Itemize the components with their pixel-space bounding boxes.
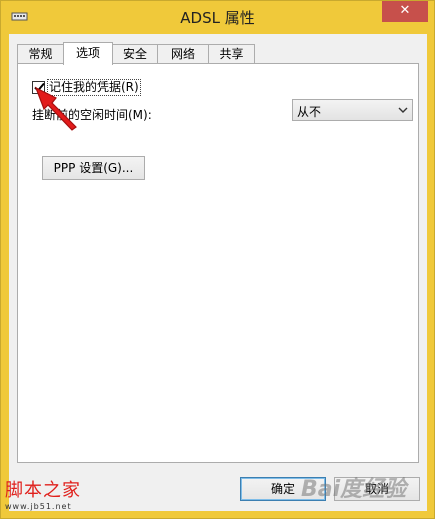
close-button[interactable]: ✕ bbox=[382, 1, 428, 22]
tab-networking[interactable]: 网络 bbox=[157, 44, 209, 64]
title-bar[interactable]: ADSL 属性 ✕ bbox=[1, 1, 434, 34]
tab-security[interactable]: 安全 bbox=[112, 44, 158, 64]
tab-general[interactable]: 常规 bbox=[17, 44, 64, 64]
close-icon: ✕ bbox=[399, 3, 411, 18]
idle-time-value: 从不 bbox=[297, 105, 322, 119]
tab-sharing[interactable]: 共享 bbox=[208, 44, 255, 64]
site-watermark: 脚本之家 www.jb51.net bbox=[5, 476, 81, 511]
watermark-site-name: 脚本之家 bbox=[5, 480, 81, 501]
idle-time-dropdown[interactable]: 从不 bbox=[292, 99, 413, 121]
annotation-arrow-icon bbox=[34, 86, 77, 131]
baidu-watermark: Bai度经验 bbox=[301, 477, 407, 502]
watermark-site-url: www.jb51.net bbox=[5, 502, 72, 511]
tab-options[interactable]: 选项 bbox=[63, 42, 113, 65]
options-panel: 记住我的凭据(R) 挂断前的空闲时间(M): 从不 PPP 设置(G)... bbox=[17, 63, 419, 463]
window-title: ADSL 属性 bbox=[180, 9, 255, 27]
dialog-client-area: 常规 选项 安全 网络 共享 记住我的凭据(R) 挂断前的空闲时间(M): 从不 bbox=[9, 34, 427, 511]
chevron-down-icon bbox=[398, 107, 408, 113]
dialog-window: ADSL 属性 ✕ 常规 选项 安全 网络 共享 记住我的凭据(R) 挂断前的空… bbox=[0, 0, 435, 519]
ppp-settings-button[interactable]: PPP 设置(G)... bbox=[42, 156, 145, 180]
